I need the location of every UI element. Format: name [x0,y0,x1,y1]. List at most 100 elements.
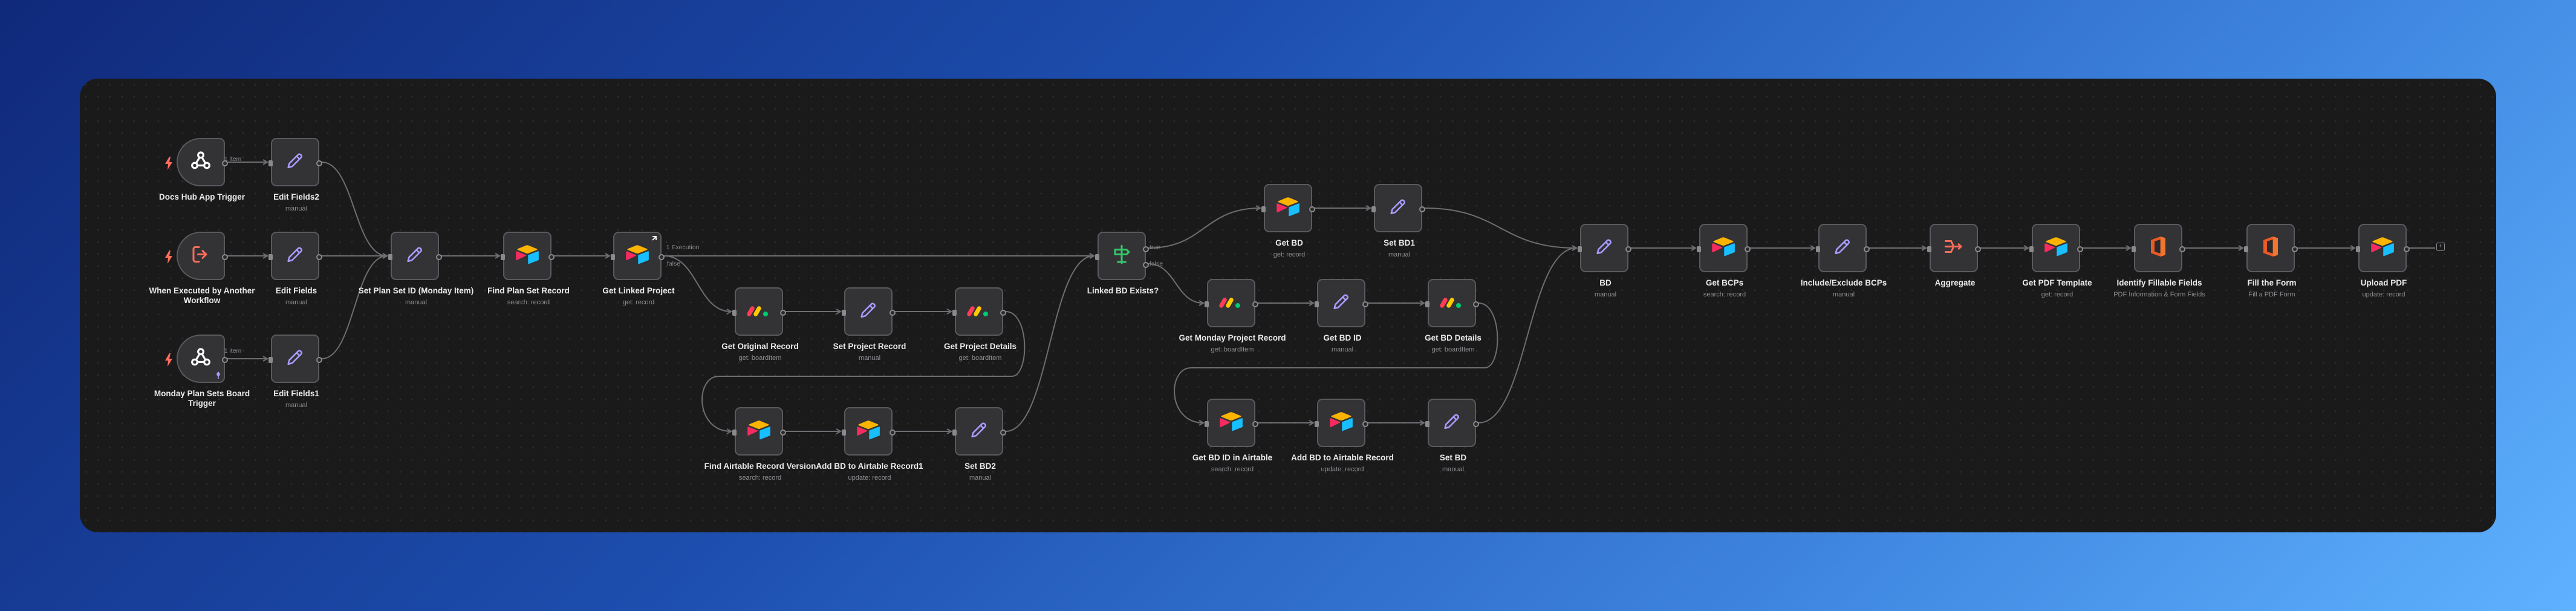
node-find-airtable-record-version[interactable]: Find Airtable Record Version search: reco… [704,407,816,482]
input-port[interactable] [1697,246,1701,252]
workflow-canvas[interactable]: Docs Hub App Trigger Edit Fields2 manual Wh… [80,79,2496,532]
node-set-bd2[interactable]: Set BD2 manual [952,407,1006,482]
node-get-pdf-template[interactable]: Get PDF Template get: record [2022,224,2092,298]
input-port[interactable] [501,254,505,260]
output-port[interactable] [1975,246,1981,252]
input-port[interactable] [1315,421,1319,427]
input-port[interactable] [842,430,846,436]
output-port[interactable] [222,357,228,363]
input-port[interactable] [268,254,273,260]
output-port[interactable] [1252,421,1258,427]
output-port[interactable] [2292,246,2298,252]
input-port[interactable] [732,310,737,316]
output-port[interactable] [890,430,896,436]
output-port[interactable] [548,254,555,260]
node-get-bd-id[interactable]: Get BD ID manual [1315,279,1368,353]
input-port[interactable] [268,160,273,166]
output-port[interactable] [1362,301,1368,307]
output-port[interactable] [1000,430,1006,436]
node-when-executed[interactable]: When Executed by Another Workflow [149,232,255,305]
output-port[interactable] [1473,421,1479,427]
airtable-icon [1220,411,1243,435]
output-port[interactable] [2404,246,2410,252]
node-get-project-details[interactable]: Get Project Details get: boardItem [944,287,1016,362]
output-port[interactable] [1745,246,1751,252]
node-set-project-record[interactable]: Set Project Record manual [833,287,906,362]
node-docs-hub-trigger[interactable]: Docs Hub App Trigger [159,138,245,201]
input-port[interactable] [2132,246,2136,252]
node-get-original-record[interactable]: Get Original Record get: boardItem [721,287,799,362]
output-port[interactable] [1625,246,1631,252]
output-port[interactable] [316,357,322,363]
node-edit-fields2[interactable]: Edit Fields2 manual [268,138,322,212]
output-port[interactable] [1864,246,1870,252]
node-edit-fields[interactable]: Edit Fields manual [268,232,322,306]
output-port[interactable] [316,160,322,166]
input-port[interactable] [2029,246,2034,252]
output-port[interactable] [659,254,665,260]
input-port[interactable] [1425,421,1429,427]
output-port[interactable] [1419,206,1425,212]
input-port[interactable] [1816,246,1820,252]
node-linked-bd-exists[interactable]: Linked BD Exists? [1087,232,1159,295]
node-monday-trigger[interactable]: Monday Plan Sets Board Trigger [154,335,250,408]
output-port[interactable] [780,310,786,316]
output-port[interactable] [780,430,786,436]
node-get-bd-details[interactable]: Get BD Details get: boardItem [1425,279,1482,353]
node-aggregate[interactable]: Aggregate [1927,224,1981,287]
output-port[interactable] [1473,301,1479,307]
input-port[interactable] [1205,421,1209,427]
output-port[interactable] [2179,246,2185,252]
node-get-bcps[interactable]: Get BCPs search: record [1697,224,1751,298]
node-set-bd[interactable]: Set BD manual [1425,399,1479,473]
input-port[interactable] [611,254,615,260]
input-port[interactable] [1261,206,1266,212]
input-port[interactable] [1578,246,1582,252]
input-port[interactable] [268,357,273,363]
node-edit-fields1[interactable]: Edit Fields1 manual [268,335,322,409]
node-identify-fillable-fields[interactable]: Identify Fillable Fields PDF Information … [2113,224,2205,298]
input-port[interactable] [2356,246,2360,252]
node-subtitle: manual [285,205,308,212]
input-port[interactable] [388,254,392,260]
input-port[interactable] [952,310,957,316]
output-port[interactable] [1362,421,1368,427]
output-port-false[interactable] [1143,262,1149,268]
add-node-plus-icon[interactable]: + [2436,243,2445,251]
node-add-bd-airtable-record[interactable]: Add BD to Airtable Record update: record [1291,399,1394,473]
node-find-plan-set-record[interactable]: Find Plan Set Record search: record [487,232,570,306]
output-port[interactable] [890,310,896,316]
node-add-bd-airtable-record1[interactable]: Add BD to Airtable Record1 update: record [816,407,923,482]
input-port[interactable] [1927,246,1931,252]
output-port[interactable] [1309,206,1315,212]
node-get-linked-project[interactable]: Get Linked Project get: record [602,232,675,306]
node-set-bd1[interactable]: Set BD1 manual [1371,184,1425,258]
node-get-monday-project-record[interactable]: Get Monday Project Record get: boardItem [1179,279,1286,353]
input-port[interactable] [1315,301,1319,307]
output-port-true[interactable] [1143,246,1149,252]
input-port[interactable] [1205,301,1209,307]
node-fill-the-form[interactable]: Fill the Form Fill a PDF Form [2244,224,2298,298]
node-get-bd[interactable]: Get BD get: record [1261,184,1315,258]
input-port[interactable] [952,430,957,436]
node-title: Get BCPs search: record [1664,278,1785,299]
output-port[interactable] [2077,246,2083,252]
node-upload-pdf[interactable]: Upload PDF update: record [2356,224,2410,298]
node-bd[interactable]: BD manual [1578,224,1631,298]
node-include-exclude-bcps[interactable]: Include/Exclude BCPs manual [1801,224,1887,298]
input-port[interactable] [732,430,737,436]
input-port[interactable] [1095,254,1099,260]
input-port[interactable] [1425,301,1429,307]
connection-edit_fields1-to-set_plan_set_id[interactable] [321,255,388,359]
output-port[interactable] [1000,310,1006,316]
input-port[interactable] [842,310,846,316]
output-port[interactable] [1252,301,1258,307]
output-port[interactable] [222,254,228,260]
input-port[interactable] [1371,206,1376,212]
connection-linked_bd_exists-false-to-get_monday_project_record[interactable] [1148,263,1204,304]
node-set-plan-set-id[interactable]: Set Plan Set ID (Monday Item) manual [359,232,473,306]
node-get-bd-id-airtable[interactable]: Get BD ID in Airtable search: record [1192,399,1272,473]
input-port[interactable] [2244,246,2248,252]
output-port[interactable] [436,254,442,260]
output-port[interactable] [316,254,322,260]
